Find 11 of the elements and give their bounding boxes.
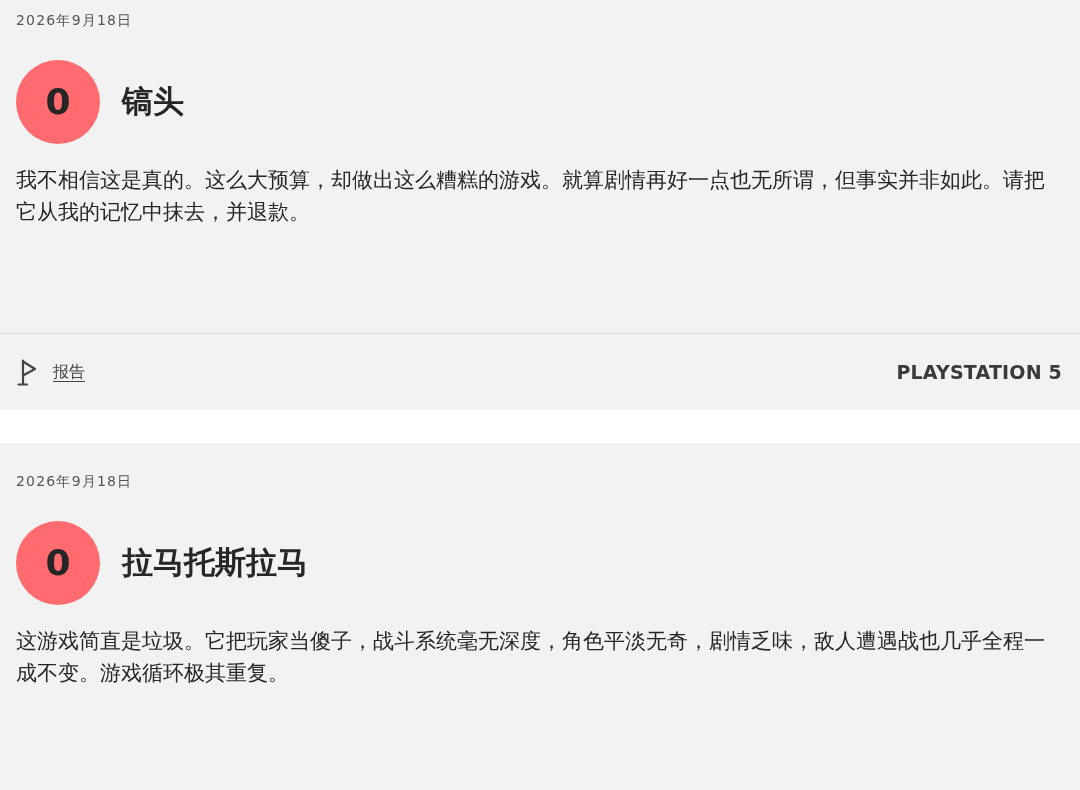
review-date: 2026年9月18日 — [16, 11, 133, 30]
report-link[interactable]: 报告 — [53, 360, 85, 384]
review-title: 拉马托斯拉马 — [122, 544, 308, 582]
review-text: 我不相信这是真的。这么大预算，却做出这么糟糕的游戏。就算剧情再好一点也无所谓，但事实并非如此。请把它从我的记忆中抹去，并退款。 — [16, 167, 1046, 226]
review-date: 2026年9月18日 — [16, 472, 133, 491]
score-badge: 0 — [16, 60, 100, 144]
platform-label: PLAYSTATION 5 — [896, 359, 1062, 385]
review-text: 这游戏简直是垃圾。它把玩家当傻子，战斗系统毫无深度，角色平淡无奇，剧情乏味，敌人遭遇战也几乎全程一成不变。游戏循环极其重复。 — [16, 628, 1046, 687]
review-title: 镐头 — [122, 83, 184, 121]
flag-icon — [17, 358, 37, 386]
score-badge: 0 — [16, 521, 100, 605]
